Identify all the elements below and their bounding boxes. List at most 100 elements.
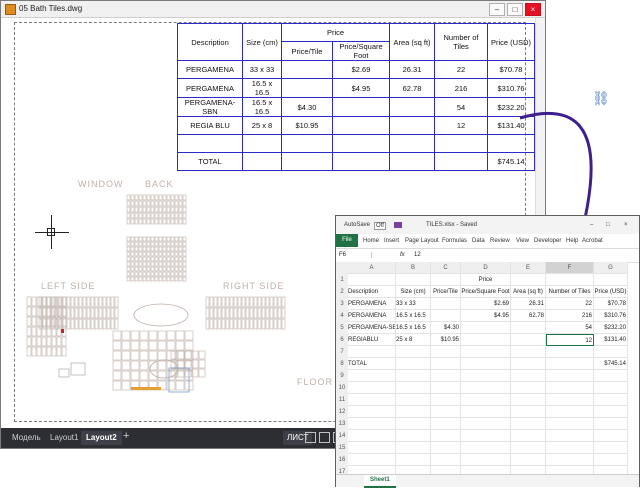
sheet-cell[interactable] [511, 322, 546, 334]
sheet-cell[interactable]: $4.30 [431, 322, 461, 334]
fx-icon[interactable]: fx [400, 252, 405, 258]
sheet-cell[interactable] [546, 454, 594, 466]
sheet-cell[interactable]: PERGAMENA [348, 298, 396, 310]
sheet-cell[interactable] [396, 358, 431, 370]
sheet-cell[interactable] [431, 418, 461, 430]
sheet-cell[interactable] [546, 382, 594, 394]
sheet-cell[interactable] [546, 406, 594, 418]
sheet-cell[interactable]: $745.14 [594, 358, 628, 370]
sheet-cell[interactable] [461, 418, 511, 430]
sheet-cell[interactable]: $4.95 [461, 310, 511, 322]
sheet-cell[interactable] [511, 454, 546, 466]
sheet-cell[interactable] [594, 274, 628, 286]
sheet-cell[interactable] [461, 382, 511, 394]
sheet-cell[interactable] [594, 442, 628, 454]
sheet-cell[interactable] [431, 382, 461, 394]
sheet-cell[interactable] [396, 274, 431, 286]
sheet-cell[interactable]: 33 x 33 [396, 298, 431, 310]
col-header-f[interactable]: F [546, 262, 594, 274]
sheet-cell[interactable] [546, 430, 594, 442]
col-header-b[interactable]: B [396, 262, 431, 274]
sheet-cell[interactable] [348, 418, 396, 430]
sheet-cell[interactable] [431, 454, 461, 466]
tab-page-layout[interactable]: Page Layout [405, 238, 439, 244]
sheet-cell[interactable] [461, 370, 511, 382]
sheet-cell[interactable]: $232.20 [594, 322, 628, 334]
sheet-cell[interactable] [546, 418, 594, 430]
sheet-cell[interactable] [431, 406, 461, 418]
sheet-cell[interactable]: $70.78 [594, 298, 628, 310]
tab-developer[interactable]: Developer [534, 238, 561, 244]
name-box[interactable]: F6 [339, 252, 372, 258]
sheet-cell[interactable] [396, 406, 431, 418]
col-header-g[interactable]: G [594, 262, 628, 274]
tab-layout2[interactable]: Layout2 [81, 431, 122, 445]
sheet-cell[interactable] [348, 346, 396, 358]
sheet-cell[interactable] [594, 346, 628, 358]
tab-layout1[interactable]: Layout1 [45, 431, 83, 445]
sheet-cell[interactable] [396, 370, 431, 382]
sheet-cell[interactable] [511, 406, 546, 418]
tab-file[interactable]: File [336, 234, 358, 247]
excel-max[interactable]: □ [606, 222, 610, 228]
sheet-cell[interactable] [431, 370, 461, 382]
sheet-cell[interactable]: $2.69 [461, 298, 511, 310]
sheet-cell[interactable] [348, 454, 396, 466]
sheet-cell[interactable] [511, 394, 546, 406]
sheet-cell[interactable]: REGIABLU [348, 334, 396, 346]
col-header-d[interactable]: D [461, 262, 511, 274]
sheet-cell[interactable]: Size (cm) [396, 286, 431, 298]
tab-model[interactable]: Модель [7, 431, 46, 445]
sheet-cell[interactable]: 16.5 x 16.5 [396, 310, 431, 322]
sheet-cell[interactable]: $10.95 [431, 334, 461, 346]
sheet-cell[interactable] [348, 442, 396, 454]
excel-close[interactable]: × [624, 222, 628, 228]
sheet-cell[interactable] [396, 382, 431, 394]
sheet-cell[interactable] [431, 394, 461, 406]
sheet-cell[interactable] [431, 346, 461, 358]
sheet-cell[interactable] [594, 394, 628, 406]
sheet-cell[interactable]: $310.76 [594, 310, 628, 322]
sheet-cell[interactable] [461, 358, 511, 370]
sheet-cell[interactable] [511, 442, 546, 454]
sheet-cell[interactable] [348, 382, 396, 394]
sheet-cell[interactable] [546, 358, 594, 370]
sheet-cell[interactable] [348, 370, 396, 382]
sheet-cell[interactable] [431, 310, 461, 322]
col-header-a[interactable]: A [348, 262, 396, 274]
sheet-cell[interactable] [431, 442, 461, 454]
sheet-cell[interactable]: 216 [546, 310, 594, 322]
sheet-cell[interactable] [396, 454, 431, 466]
tab-acrobat[interactable]: Acrobat [582, 238, 603, 244]
sheet-cell[interactable] [431, 358, 461, 370]
sheet-cell[interactable] [461, 406, 511, 418]
sheet-cell[interactable]: 62.78 [511, 310, 546, 322]
sheet-cell[interactable]: PERGAMENA-SBN [348, 322, 396, 334]
sheet-cell[interactable] [546, 370, 594, 382]
sheet-cell[interactable]: 22 [546, 298, 594, 310]
sheet-cell[interactable] [431, 274, 461, 286]
sheet-cell[interactable] [511, 418, 546, 430]
sheet-cell[interactable] [511, 346, 546, 358]
sheet-cell[interactable] [461, 430, 511, 442]
autosave-toggle[interactable]: Off [374, 222, 386, 230]
sheet-cell[interactable] [594, 370, 628, 382]
sheet-cell[interactable] [348, 274, 396, 286]
sheet-cell[interactable] [396, 430, 431, 442]
snap-icon[interactable] [319, 432, 330, 443]
tab-help[interactable]: Help [566, 238, 578, 244]
sheet-cell[interactable]: Price/Tile [431, 286, 461, 298]
sheet-cell[interactable] [396, 394, 431, 406]
sheet-cell[interactable]: $131.40 [594, 334, 628, 346]
sheet-cell[interactable] [594, 406, 628, 418]
sheet-cell[interactable] [348, 394, 396, 406]
sheet-tab-sheet1[interactable]: Sheet1 [364, 475, 396, 488]
sheet-cell[interactable]: Price/Square Foot [461, 286, 511, 298]
sheet-cell[interactable]: PERGAMENA [348, 310, 396, 322]
add-layout-button[interactable]: + [118, 429, 134, 443]
sheet-cell[interactable] [546, 346, 594, 358]
sheet-cell[interactable] [348, 406, 396, 418]
sheet-cell[interactable] [546, 274, 594, 286]
sheet-cell[interactable]: 26.31 [511, 298, 546, 310]
sheet-cell[interactable] [511, 370, 546, 382]
